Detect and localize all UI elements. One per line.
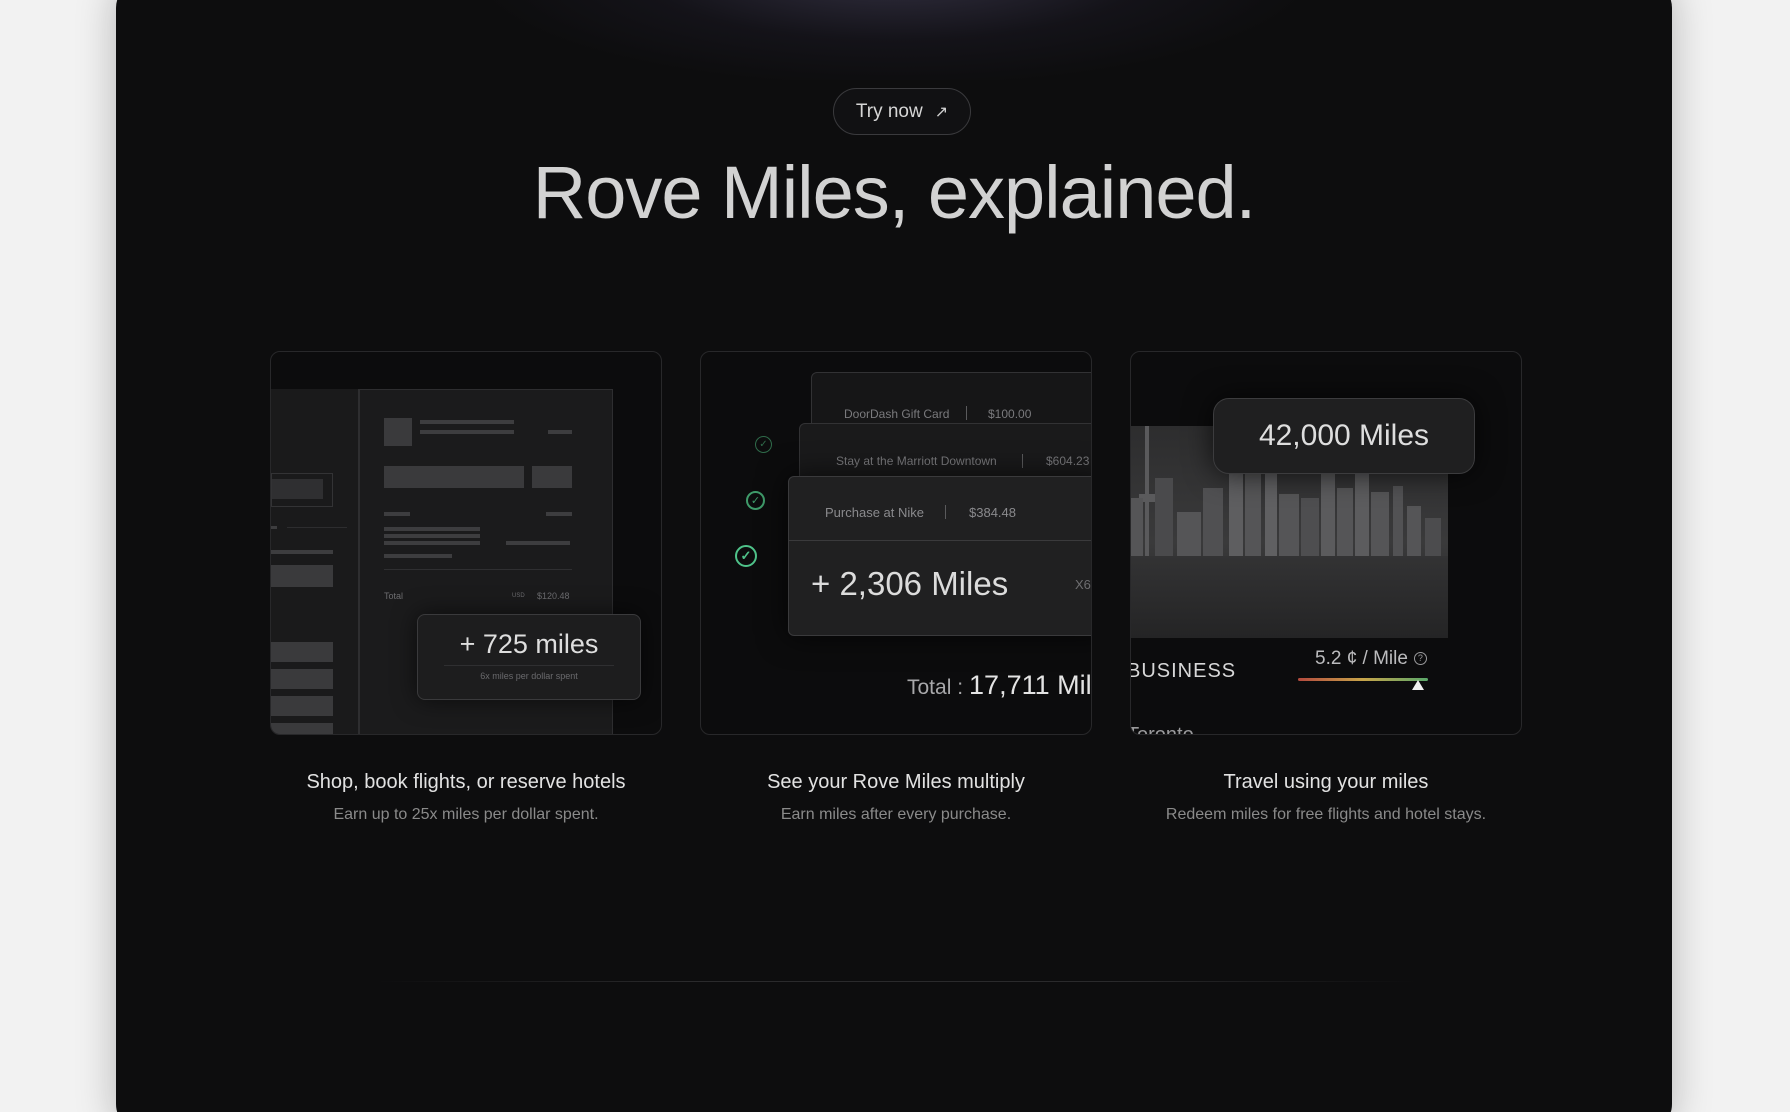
- transaction-amount: $604.23: [1046, 454, 1090, 468]
- transaction-active: Purchase at Nike $384.48 + 2,306 Miles X…: [788, 476, 1091, 636]
- miles-earned-note: 6x miles per dollar spent: [480, 671, 578, 681]
- section-title: Rove Miles, explained.: [532, 151, 1256, 234]
- card-subtitle: Earn miles after every purchase.: [780, 806, 1012, 823]
- transaction-row: Stay at the Marriott Downtown $604.23: [799, 423, 1091, 483]
- redemption-rate: 5.2 ¢ / Mile?: [1315, 648, 1427, 670]
- mock-sidebar: [271, 389, 359, 734]
- check-icon: ✓: [746, 491, 765, 510]
- try-now-label: Try now: [855, 100, 923, 122]
- cabin-class: BUSINESS: [1130, 660, 1237, 682]
- check-icon: ✓: [755, 436, 772, 453]
- miles-total-value: 17,711 Miles: [969, 670, 1092, 700]
- card-multiply: ✓ ✓ ✓ DoorDash Gift Card $100.00 Stay at…: [700, 351, 1092, 735]
- transaction-amount: $384.48: [969, 505, 1016, 520]
- section-divider: [376, 981, 1416, 982]
- miles-total-label: Total :: [907, 676, 964, 699]
- card-subtitle: Redeem miles for free flights and hotel …: [1165, 806, 1487, 823]
- transaction-amount: $100.00: [988, 407, 1032, 421]
- multiplier-badge: X6: [1075, 577, 1091, 592]
- receipt-total-label: Total: [384, 591, 404, 601]
- miles-earned-value: + 725 miles: [459, 629, 599, 659]
- city-name: Toronto: [1130, 724, 1194, 735]
- card-title: See your Rove Miles multiply: [767, 771, 1025, 793]
- miles-balance-badge: 42,000 Miles: [1213, 398, 1475, 474]
- arrow-up-right-icon: ↗: [934, 103, 949, 121]
- transaction-label: Purchase at Nike: [825, 505, 924, 520]
- card-title: Travel using your miles: [1223, 771, 1429, 793]
- card-subtitle: Earn up to 25x miles per dollar spent.: [333, 806, 599, 823]
- receipt-currency: USD: [512, 593, 525, 599]
- card-title: Shop, book flights, or reserve hotels: [306, 771, 626, 793]
- gauge-pointer-icon: [1412, 680, 1424, 690]
- card-shop: Total USD $120.48 + 725 miles 6x miles p…: [270, 351, 662, 735]
- explainer-section: Try now ↗ Rove Miles, explained. Total U…: [116, 0, 1672, 1112]
- top-glow: [494, 0, 1294, 80]
- redemption-rate-value: 5.2 ¢ / Mile: [1315, 648, 1408, 669]
- transaction-label: Stay at the Marriott Downtown: [836, 454, 997, 468]
- miles-earned-box: + 725 miles 6x miles per dollar spent: [417, 614, 641, 700]
- check-icon: ✓: [735, 545, 757, 567]
- try-now-button[interactable]: Try now ↗: [833, 88, 971, 135]
- transaction-label: DoorDash Gift Card: [844, 407, 950, 421]
- miles-total: Total :17,711 Miles: [907, 670, 1092, 701]
- help-icon[interactable]: ?: [1413, 652, 1427, 666]
- miles-earned-value: + 2,306 Miles: [811, 565, 1009, 602]
- receipt-total-value: $120.48: [537, 591, 570, 601]
- card-travel: 42,000 Miles BUSINESS 5.2 ¢ / Mile? Toro…: [1130, 351, 1522, 735]
- value-gauge: [1298, 678, 1428, 681]
